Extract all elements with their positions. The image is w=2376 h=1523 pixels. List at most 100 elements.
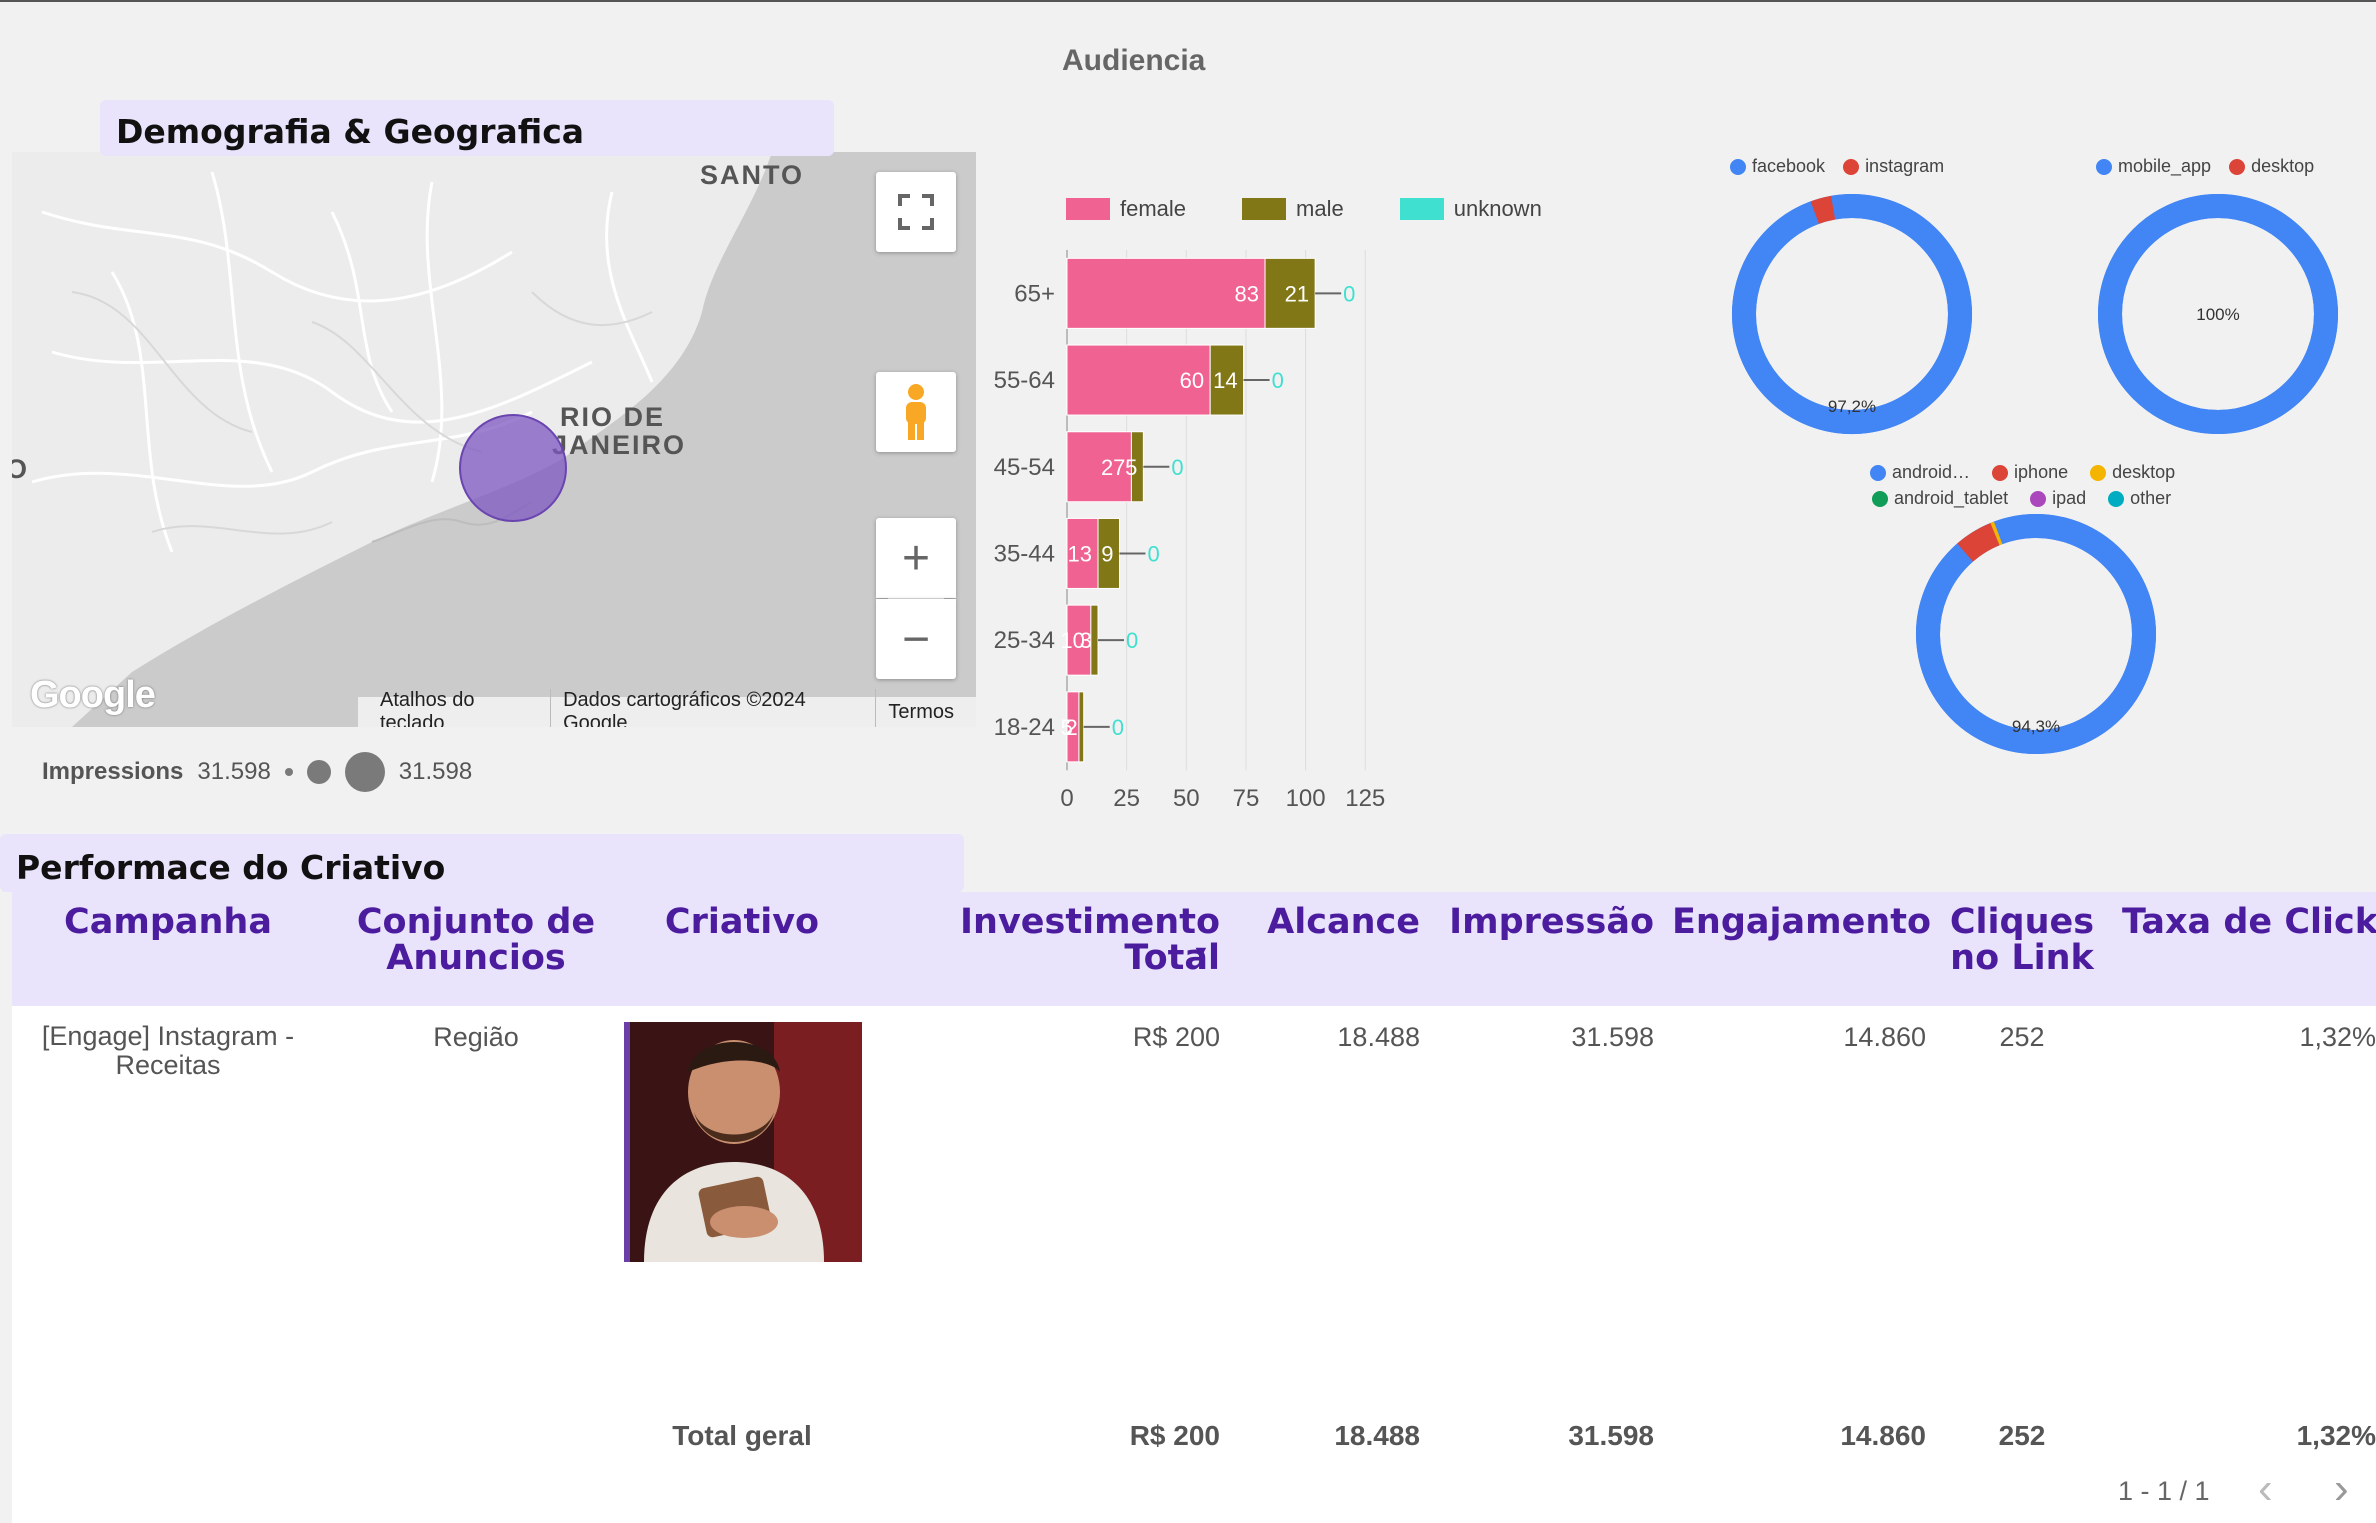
table-header: Campanha Conjunto de Anuncios Criativo I… — [12, 892, 2376, 1006]
street-view-button[interactable] — [876, 372, 956, 452]
performance-section-title: Performace do Criativo — [0, 834, 964, 892]
legend-desktop: desktop — [2251, 156, 2315, 176]
col-impressao[interactable]: Impressão — [1432, 904, 1654, 940]
donut-slice[interactable] — [1732, 194, 1972, 434]
legend-unknown: unknown — [1453, 196, 1542, 221]
top-border — [0, 0, 2376, 2]
total-impressao: 31.598 — [1568, 1420, 1654, 1451]
bar-value-label: 83 — [1235, 281, 1259, 306]
legend-swatch-male — [1242, 198, 1287, 220]
bar-value-label: 3 — [1080, 628, 1092, 653]
legend-android-tablet: android_tablet — [1894, 488, 2009, 508]
platform-donut: 97,2% — [1732, 194, 1972, 434]
fullscreen-button[interactable] — [876, 172, 956, 252]
legend-mobile-app: mobile_app — [2118, 156, 2212, 176]
legend-dot-small — [284, 768, 293, 776]
donut-slice[interactable] — [1810, 195, 1836, 224]
creative-performance-table: Campanha Conjunto de Anuncios Criativo I… — [12, 892, 2376, 1523]
col-taxa[interactable]: Taxa de Clicks — [2122, 904, 2376, 940]
col-engajamento[interactable]: Engajamento — [1672, 904, 1931, 940]
bar-value-label: 0 — [1343, 281, 1355, 306]
y-category-label: 45-54 — [994, 454, 1055, 481]
donut-slice[interactable] — [1957, 522, 2000, 562]
cell-conjunto: Região — [433, 1022, 519, 1052]
bar-value-label: 0 — [1272, 368, 1284, 393]
donut-slice[interactable] — [1916, 514, 2156, 754]
legend-dot — [1730, 158, 1746, 175]
x-tick-label: 0 — [1060, 785, 1073, 812]
bar-male[interactable] — [1078, 691, 1085, 763]
legend-dot — [2096, 158, 2112, 175]
legend-ipad: ipad — [2052, 488, 2087, 508]
terms-link[interactable]: Termos — [876, 701, 966, 724]
age-gender-bar-chart: 0 25 50 75 100 12565+ 83 21 055-64 60 14 045-54 27 5 0… — [994, 250, 1385, 812]
cell-cliques: 252 — [1999, 1022, 2045, 1052]
bar-value-label: 5 — [1125, 455, 1137, 480]
col-alcance[interactable]: Alcance — [1236, 904, 1420, 940]
legend-swatch-unknown — [1399, 198, 1444, 220]
creative-thumbnail[interactable] — [624, 1022, 862, 1262]
map-label-janeiro: JANEIRO — [552, 430, 687, 460]
pegman-icon — [906, 384, 926, 440]
legend-desktop: desktop — [2112, 462, 2176, 482]
cell-campanha: [Engage] Instagram - Receitas — [12, 1022, 324, 1080]
cell-taxa: 1,32% — [2299, 1022, 2376, 1052]
col-conjunto-line2: Anuncios — [386, 938, 566, 978]
col-investimento[interactable]: Investimento Total — [874, 904, 1220, 976]
impressions-size-legend: Impressions 31.598 31.598 — [42, 752, 472, 792]
legend-male: male — [1296, 196, 1344, 221]
col-conjunto[interactable]: Conjunto de Anuncios — [340, 904, 612, 976]
col-criativo[interactable]: Criativo — [622, 904, 862, 940]
bar-value-label: 14 — [1213, 368, 1237, 393]
bar-chart-legend: female male unknown — [1066, 196, 1542, 222]
fullscreen-icon — [898, 194, 934, 230]
legend-min: 31.598 — [197, 758, 271, 785]
x-tick-label: 50 — [1173, 785, 1200, 812]
col-campanha[interactable]: Campanha — [12, 904, 324, 940]
x-tick-label: 75 — [1233, 785, 1260, 812]
legend-female: female — [1120, 196, 1187, 221]
y-category-label: 18-24 — [994, 714, 1055, 741]
zoom-in-button[interactable]: + — [876, 518, 956, 598]
cell-campanha-line2: Receitas — [115, 1050, 221, 1080]
donut2-legend: mobile_app desktop — [2096, 156, 2314, 177]
y-category-label: 35-44 — [994, 540, 1055, 567]
geo-map[interactable]: SANTO RIO DE JANEIRO O + − Google Atalho… — [12, 152, 976, 727]
zoom-out-button[interactable]: − — [876, 599, 956, 679]
legend-dot — [1872, 490, 1888, 507]
y-category-label: 25-34 — [994, 627, 1055, 654]
col-cliques-line2: no Link — [1950, 938, 2094, 978]
donut3-legend-row2: android_tablet ipad other — [1872, 488, 2171, 509]
donut3-legend-row1: android… iphone desktop — [1870, 462, 2175, 483]
bar-value-label: 0 — [1171, 455, 1183, 480]
legend-android: android… — [1892, 462, 1971, 482]
keyboard-shortcuts-link[interactable]: Atalhos do teclado — [368, 689, 552, 727]
cell-alcance: 18.488 — [1337, 1022, 1420, 1052]
impressions-bubble[interactable] — [459, 414, 567, 522]
next-page-button[interactable]: › — [2334, 1464, 2349, 1514]
total-taxa: 1,32% — [2296, 1420, 2376, 1451]
legend-dot — [2229, 158, 2246, 175]
device-platform-donut: 94,3% — [1916, 514, 2156, 754]
col-cliques-line1: Cliques — [1949, 902, 2095, 942]
prev-page-button[interactable]: ‹ — [2258, 1464, 2273, 1514]
legend-dot — [2108, 490, 2125, 507]
donut-percent-label: 94,3% — [2012, 717, 2060, 736]
creative-image — [624, 1022, 862, 1262]
sort-desc-icon[interactable]: ▼ — [1192, 942, 1210, 963]
legend-dot — [1843, 158, 1860, 175]
bar-value-label: 13 — [1068, 541, 1092, 566]
donut-percent-label: 100% — [2196, 305, 2239, 324]
legend-max: 31.598 — [398, 758, 473, 785]
col-cliques[interactable]: Cliques no Link — [1942, 904, 2102, 976]
donut-slice[interactable] — [1990, 521, 2003, 546]
total-cliques: 252 — [1998, 1420, 2046, 1451]
cell-investimento: R$ 200 — [1132, 1022, 1220, 1052]
map-data-attribution: Dados cartográficos ©2024 Google — [551, 689, 877, 727]
x-tick-label: 125 — [1345, 785, 1385, 812]
map-footer: Atalhos do teclado Dados cartográficos ©… — [358, 689, 976, 727]
total-investimento: R$ 200 — [1129, 1420, 1220, 1451]
legend-dot — [2090, 464, 2107, 481]
legend-dot — [2030, 490, 2047, 507]
legend-dot — [1992, 464, 2009, 481]
